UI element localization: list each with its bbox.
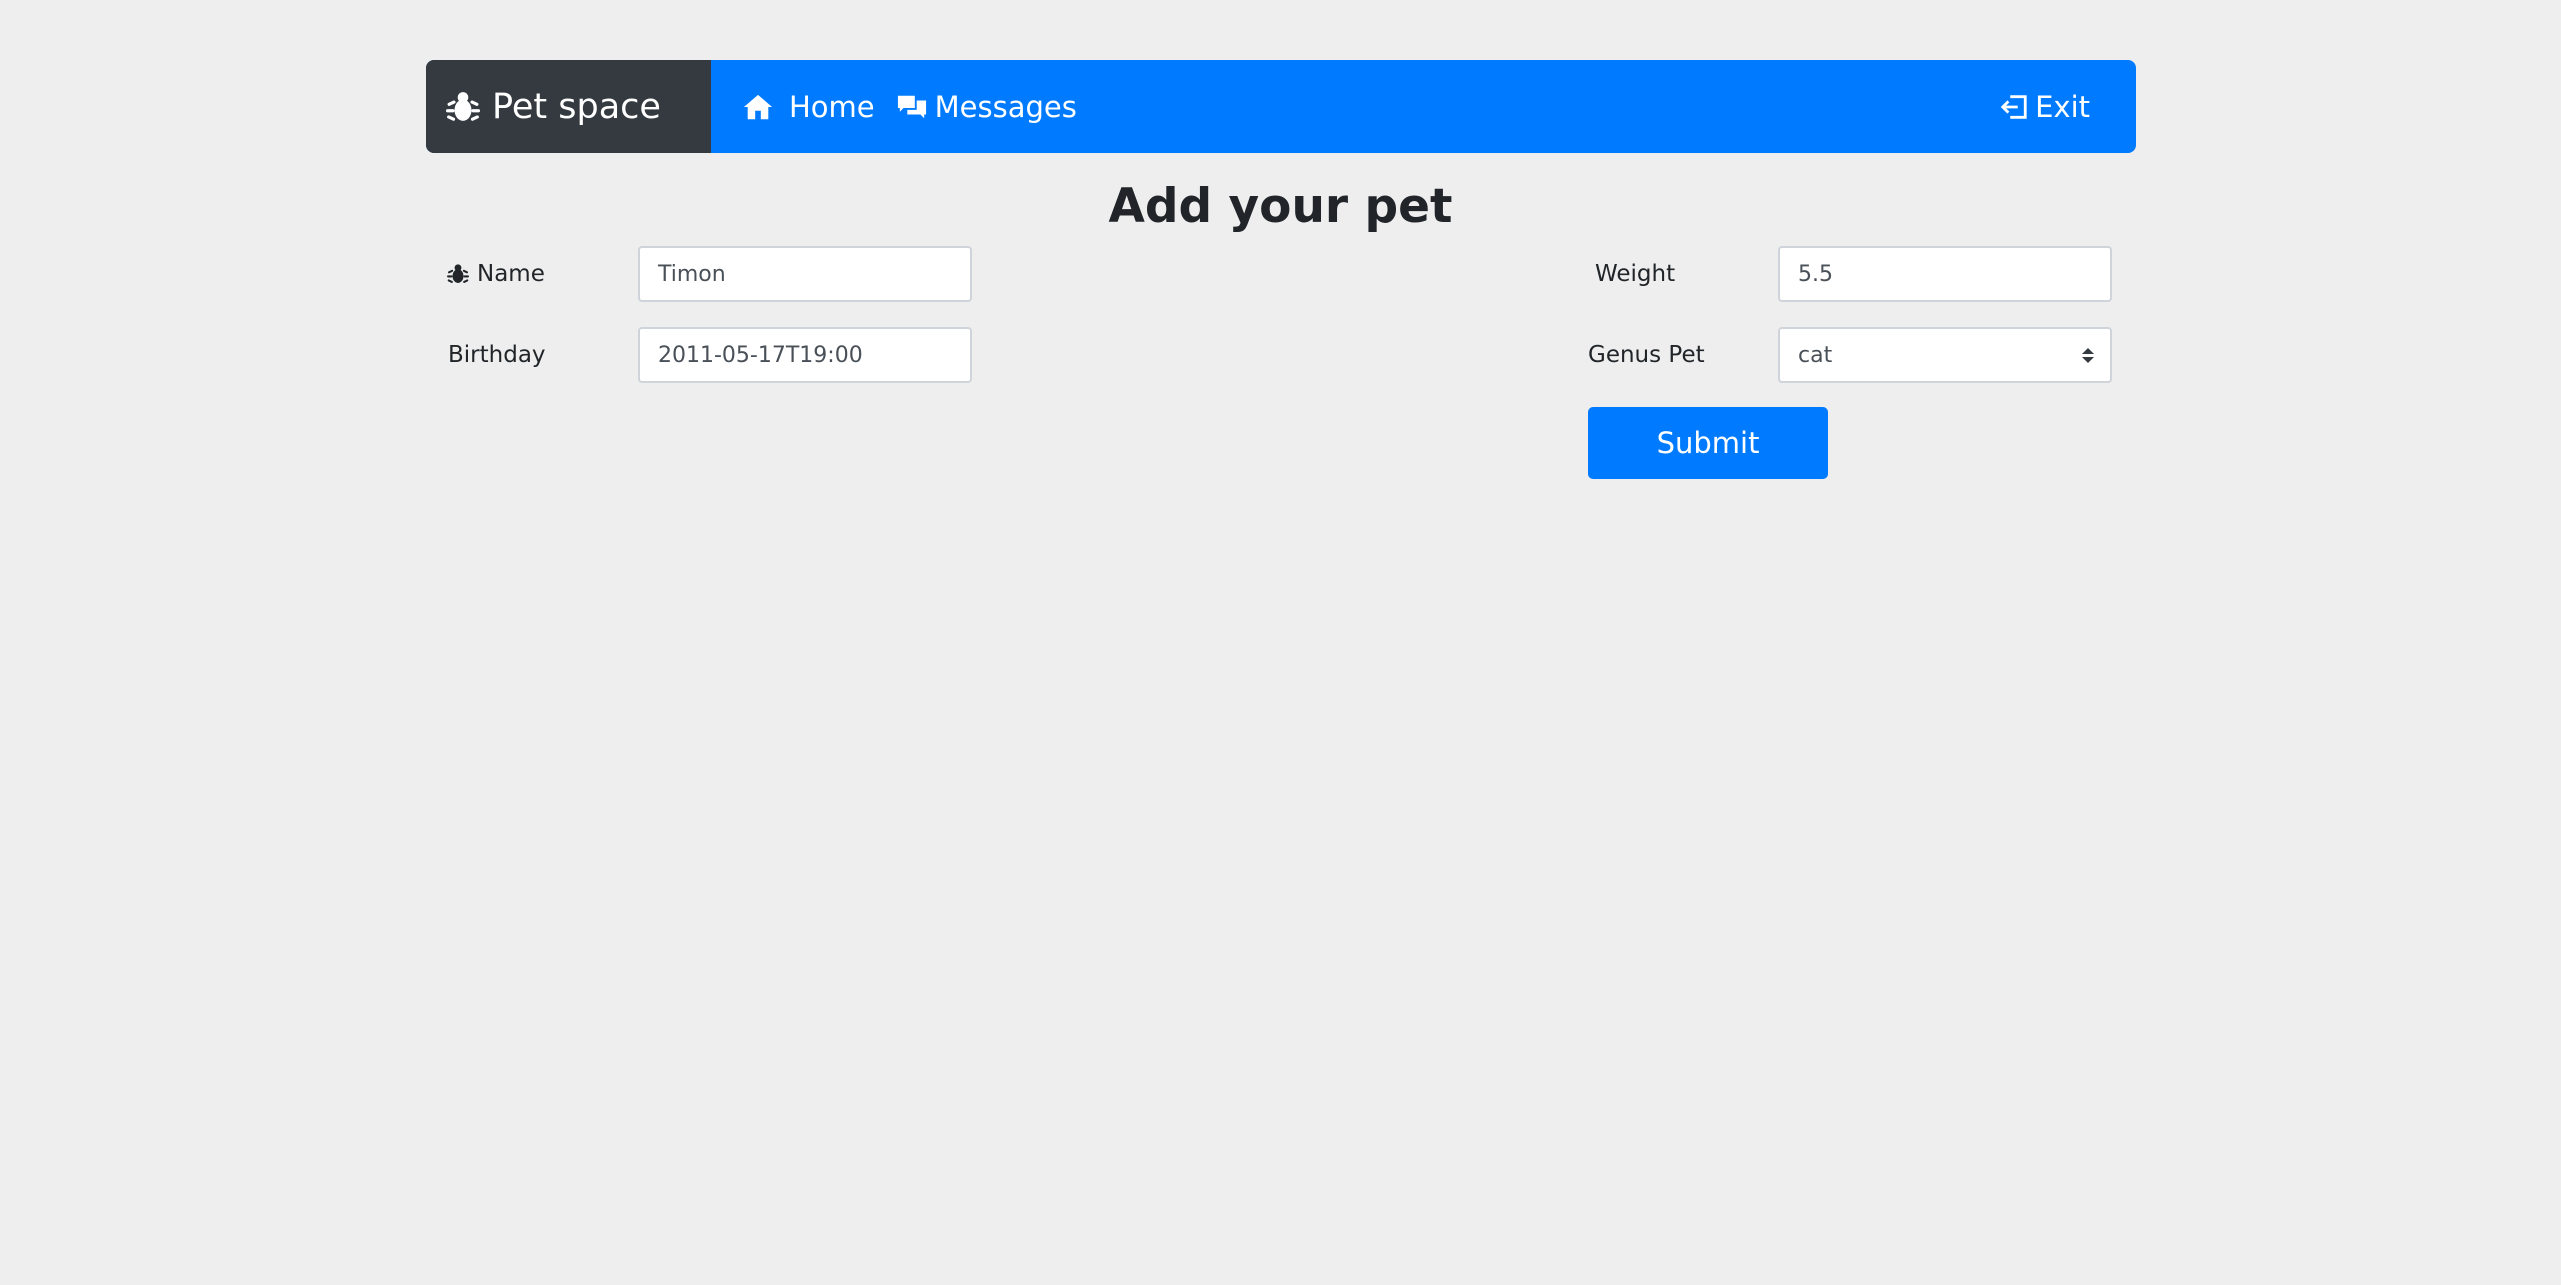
- exit-icon: [2000, 94, 2027, 119]
- nav-messages-label: Messages: [934, 89, 1077, 124]
- weight-label-text: Weight: [1595, 261, 1676, 287]
- submit-button[interactable]: Submit: [1588, 407, 1828, 479]
- name-label-text: Name: [477, 261, 545, 287]
- nav-home-label: Home: [789, 89, 875, 124]
- exit-label: Exit: [2035, 89, 2090, 124]
- birthday-label-text: Birthday: [448, 342, 546, 368]
- nav-messages-link[interactable]: Messages: [897, 90, 1077, 124]
- nav-links: Home Messages: [711, 60, 1999, 153]
- name-input[interactable]: [638, 246, 972, 302]
- navbar: Pet space Home Messages Exit: [426, 60, 2136, 153]
- page-title: Add your pet: [1108, 179, 1453, 234]
- weight-input[interactable]: [1778, 246, 2112, 302]
- genus-select[interactable]: cat: [1778, 327, 2112, 383]
- genus-selected-value: cat: [1798, 342, 1833, 368]
- home-icon: [743, 94, 773, 119]
- birthday-input[interactable]: [638, 327, 972, 383]
- genus-label-text: Genus Pet: [1588, 342, 1705, 368]
- page: Pet space Home Messages Exit Add your pe…: [0, 0, 2561, 1285]
- exit-link[interactable]: Exit: [1999, 60, 2090, 153]
- messages-icon: [897, 95, 926, 118]
- birthday-label: Birthday: [448, 327, 546, 383]
- paw-bug-icon: [447, 264, 469, 283]
- name-label: Name: [447, 246, 545, 302]
- genus-label: Genus Pet: [1588, 327, 1705, 383]
- brand-label: Pet space: [492, 86, 661, 127]
- brand-link[interactable]: Pet space: [426, 60, 711, 153]
- paw-bug-icon: [446, 91, 480, 121]
- select-arrows-icon: [2082, 347, 2094, 363]
- nav-home-link[interactable]: Home: [743, 90, 875, 124]
- weight-label: Weight: [1595, 246, 1675, 302]
